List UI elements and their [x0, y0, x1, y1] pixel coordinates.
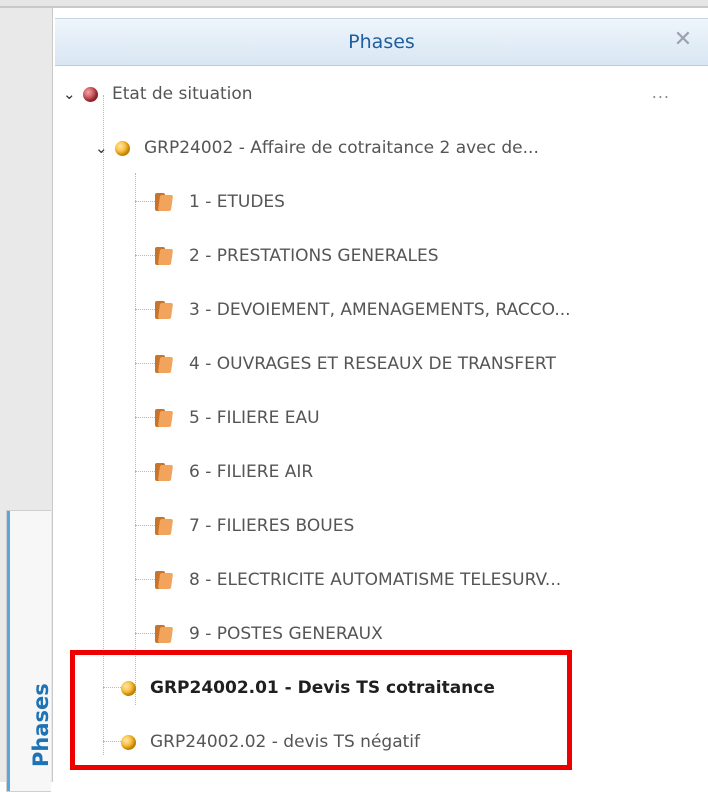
- chevron-down-icon[interactable]: ⌄: [95, 141, 109, 156]
- status-orange-icon: [115, 140, 130, 156]
- tree-node-label: 5 - FILIERE EAU: [189, 408, 320, 428]
- chevron-down-icon[interactable]: ⌄: [63, 87, 77, 102]
- tree-node-label: 1 - ETUDES: [189, 192, 285, 212]
- tree-node-phase[interactable]: 4 - OUVRAGES ET RESEAUX DE TRANSFERT: [153, 349, 556, 379]
- tree-node-project[interactable]: ⌄ GRP24002 - Affaire de cotraitance 2 av…: [95, 133, 539, 163]
- status-red-icon: [83, 86, 98, 102]
- tree-node-label: 9 - POSTES GENERAUX: [189, 624, 383, 644]
- panel-header: Phases ✕: [55, 18, 708, 66]
- tree-node-label: 8 - ELECTRICITE AUTOMATISME TELESURV...: [189, 570, 562, 590]
- tree-node-label: 4 - OUVRAGES ET RESEAUX DE TRANSFERT: [189, 354, 556, 374]
- tree-node-phase[interactable]: 7 - FILIERES BOUES: [153, 511, 354, 541]
- tree-node-phase[interactable]: 8 - ELECTRICITE AUTOMATISME TELESURV...: [153, 565, 561, 595]
- folder-icon: [153, 515, 175, 537]
- tree-node-phase[interactable]: 6 - FILIERE AIR: [153, 457, 313, 487]
- tree-connector: [135, 363, 155, 364]
- tree-node-label: 6 - FILIERE AIR: [189, 462, 314, 482]
- more-options-icon[interactable]: ...: [652, 83, 670, 102]
- folder-icon: [153, 569, 175, 591]
- tree-connector: [135, 255, 155, 256]
- tree-connector: [135, 471, 155, 472]
- side-tab-phases[interactable]: Phases: [6, 510, 53, 792]
- tree-connector: [135, 525, 155, 526]
- tree-connector: [135, 201, 155, 202]
- tree-node-label: 2 - PRESTATIONS GENERALES: [189, 246, 439, 266]
- folder-icon: [153, 299, 175, 321]
- tree-node-label: Etat de situation: [112, 84, 253, 104]
- highlight-box: [70, 650, 572, 770]
- tree-node-phase[interactable]: 5 - FILIERE EAU: [153, 403, 320, 433]
- side-tab-accent: [7, 511, 10, 791]
- tree-node-label: GRP24002 - Affaire de cotraitance 2 avec…: [144, 138, 539, 158]
- tree-node-label: 7 - FILIERES BOUES: [189, 516, 355, 536]
- tree-node-phase[interactable]: 3 - DEVOIEMENT, AMENAGEMENTS, RACCO...: [153, 295, 571, 325]
- folder-icon: [153, 245, 175, 267]
- tree-connector: [135, 417, 155, 418]
- tree-node-label: 3 - DEVOIEMENT, AMENAGEMENTS, RACCO...: [189, 300, 571, 320]
- tree-node-root[interactable]: ⌄ Etat de situation: [63, 79, 253, 109]
- tree-node-phase[interactable]: 2 - PRESTATIONS GENERALES: [153, 241, 439, 271]
- tree-connector: [135, 579, 155, 580]
- tree-connector: [135, 173, 136, 705]
- tree-node-phase[interactable]: 1 - ETUDES: [153, 187, 285, 217]
- tree-connector: [135, 633, 155, 634]
- tree-node-phase[interactable]: 9 - POSTES GENERAUX: [153, 619, 383, 649]
- folder-icon: [153, 623, 175, 645]
- tree-connector: [135, 309, 155, 310]
- folder-icon: [153, 407, 175, 429]
- side-tab-label: Phases: [29, 683, 53, 767]
- folder-icon: [153, 191, 175, 213]
- panel-title: Phases: [348, 31, 415, 53]
- close-icon[interactable]: ✕: [672, 29, 694, 51]
- folder-icon: [153, 353, 175, 375]
- folder-icon: [153, 461, 175, 483]
- side-tab-strip: Phases: [0, 8, 53, 792]
